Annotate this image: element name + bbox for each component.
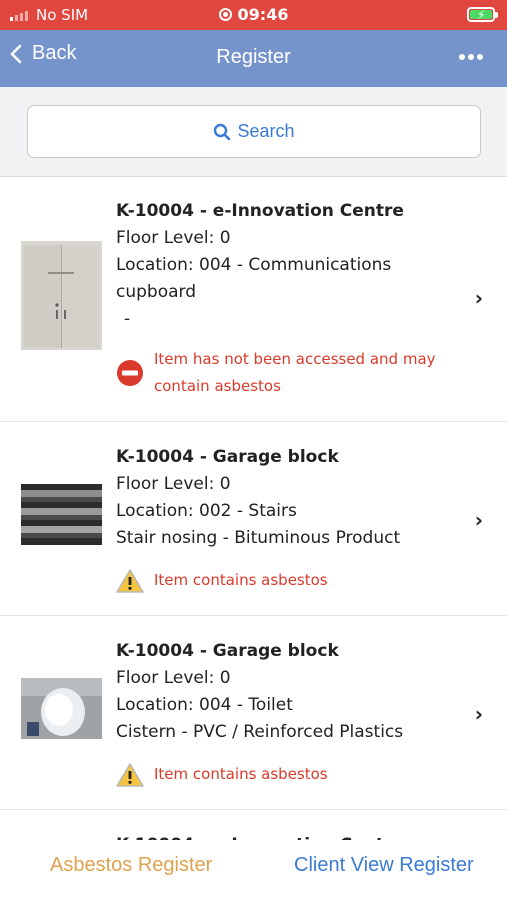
search-button[interactable]: Search: [27, 105, 481, 158]
cupboard-door-photo: [21, 241, 102, 350]
list-item[interactable]: K-10004 - e-Innovation Centre Floor Leve…: [0, 178, 507, 422]
item-floor: Floor Level: 0: [116, 228, 231, 248]
list-item[interactable]: K-10004 - Garage block Floor Level: 0 Lo…: [0, 616, 507, 810]
item-alert: Item has not been accessed and may conta…: [116, 346, 454, 400]
screen-recording-icon: [218, 8, 232, 21]
stairs-photo: [21, 484, 102, 545]
tab-client-view-register[interactable]: Client View Register: [294, 854, 474, 877]
warning-icon: [116, 763, 144, 787]
item-title: K-10004 - Garage block: [116, 641, 339, 661]
item-title: K-10004 - Garage block: [116, 447, 339, 467]
no-entry-icon: [117, 360, 143, 386]
status-bar: No SIM 09:46 ⚡: [0, 0, 507, 30]
status-time: 09:46: [0, 5, 507, 24]
item-detail: -: [124, 309, 131, 329]
item-text: K-10004 - Garage block Floor Level: 0 Lo…: [116, 638, 457, 746]
battery-charging-icon: ⚡: [467, 7, 498, 22]
chevron-left-icon: [10, 44, 22, 63]
item-text: K-10004 - e-Innovation Centre Floor Leve…: [116, 198, 457, 333]
toilet-cistern-photo: [21, 678, 102, 739]
search-icon: [214, 123, 231, 140]
item-detail: Stair nosing - Bituminous Product: [116, 528, 401, 548]
nav-bar: Back Register: [0, 30, 507, 87]
chevron-right-icon: ›: [474, 702, 483, 726]
warning-icon: [116, 569, 144, 593]
item-text: K-10004 - Garage block Floor Level: 0 Lo…: [116, 444, 457, 552]
back-button[interactable]: Back: [10, 42, 76, 65]
search-label: Search: [237, 121, 295, 141]
item-title: K-10004 - e-Innovation Centre: [116, 832, 457, 840]
item-alert: Item contains asbestos: [116, 567, 454, 594]
item-text: K-10004 - e-Innovation Centre: [116, 832, 457, 840]
register-list: K-10004 - e-Innovation Centre Floor Leve…: [0, 178, 507, 840]
item-detail: Cistern - PVC / Reinforced Plastics: [116, 722, 404, 742]
item-location: Location: 002 - Stairs: [116, 501, 297, 521]
list-item[interactable]: K-10004 - e-Innovation Centre: [0, 810, 507, 840]
item-location: Location: 004 - Communications cupboard: [116, 255, 392, 302]
alert-message: Item contains asbestos: [154, 765, 328, 783]
chevron-right-icon: ›: [474, 508, 483, 532]
chevron-right-icon: ›: [474, 286, 483, 310]
item-title: K-10004 - e-Innovation Centre: [116, 201, 404, 221]
tab-asbestos-register[interactable]: Asbestos Register: [50, 854, 212, 877]
alert-message: Item contains asbestos: [154, 571, 328, 589]
item-alert: Item contains asbestos: [116, 761, 454, 788]
time-label: 09:46: [237, 5, 289, 24]
list-item[interactable]: K-10004 - Garage block Floor Level: 0 Lo…: [0, 422, 507, 616]
bottom-tab-bar: Asbestos Register Client View Register: [0, 840, 507, 900]
more-dots-icon[interactable]: [459, 54, 483, 60]
alert-message: Item has not been accessed and may conta…: [154, 350, 436, 395]
search-area: Search: [0, 87, 507, 177]
item-location: Location: 004 - Toilet: [116, 695, 293, 715]
item-floor: Floor Level: 0: [116, 668, 231, 688]
back-label: Back: [32, 42, 77, 64]
item-floor: Floor Level: 0: [116, 474, 231, 494]
